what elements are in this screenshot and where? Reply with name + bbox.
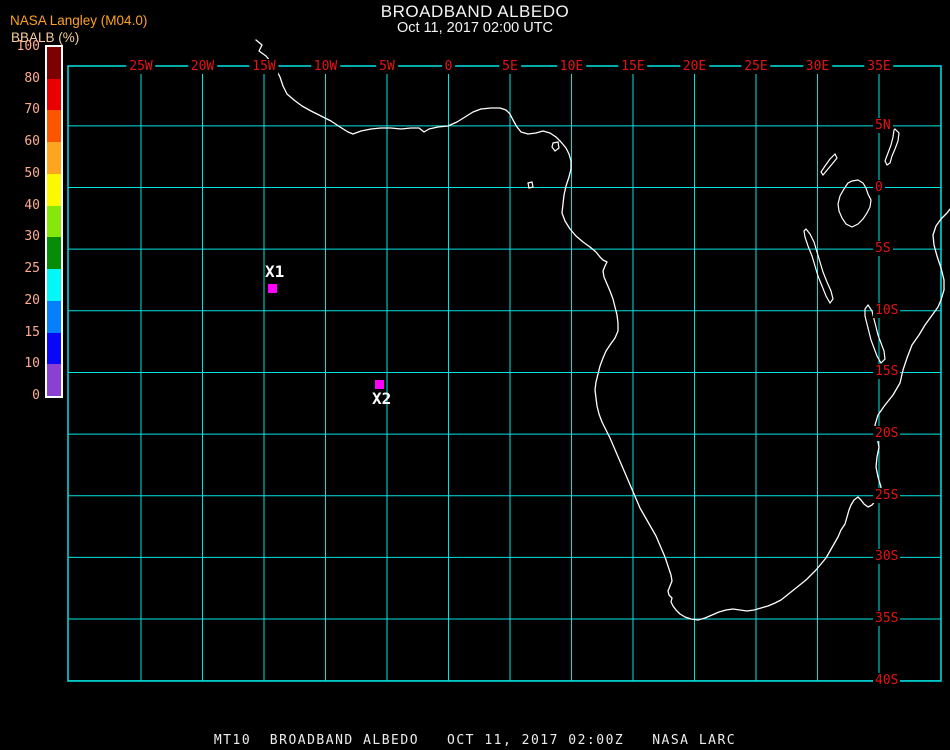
africa-coastline [255,39,950,621]
longitude-axis-label: 25W [126,59,156,74]
longitude-axis-label: 10E [556,59,587,74]
longitude-axis-label: 0 [441,59,456,74]
latitude-axis-label: 0 [873,179,885,195]
longitude-axis-label: 15E [618,59,648,74]
longitude-axis-label: 10W [310,59,341,74]
latitude-axis-label: 10S [873,302,901,318]
latitude-axis-label: 25S [873,487,901,503]
albedo-plot: NASA Langley (M04.0) BBALB (%) BROADBAND… [0,0,950,750]
latitude-axis-label: 20S [873,426,901,442]
sao-tome-island-outline [527,181,534,189]
latitude-axis-label: 5S [873,241,893,257]
longitude-axis-label: 30E [802,59,833,74]
latitude-axis-label: 40S [873,672,901,688]
footer-caption: MT10 BROADBAND ALBEDO OCT 11, 2017 02:00… [213,733,737,748]
latitude-axis-label: 30S [873,549,901,565]
longitude-axis-label: 35E [864,59,894,74]
longitude-axis-label: 20W [187,59,218,74]
lake-outlines [527,128,900,364]
marker-label-x2: X2 [372,389,392,408]
longitude-axis-label: 15W [249,59,279,74]
lake-turkana-outline [884,128,900,166]
marker-square-x1 [268,284,277,293]
longitude-axis-label: 20E [679,59,710,74]
map-border [67,65,942,682]
latitude-axis-label: 35S [873,611,901,627]
longitude-axis-label: 25E [741,59,771,74]
marker-label-x1: X1 [265,262,285,281]
longitude-axis-label: 5E [499,59,521,74]
lake-tanganyika-outline [803,228,834,305]
latitude-axis-label: 5N [873,117,893,133]
latitude-axis-label: 15S [873,364,901,380]
lake-albert-outline [820,152,838,177]
bioko-island-outline [551,141,560,152]
map-canvas [67,39,950,682]
longitude-axis-label: 5W [376,59,398,74]
marker-square-x2 [375,380,384,389]
